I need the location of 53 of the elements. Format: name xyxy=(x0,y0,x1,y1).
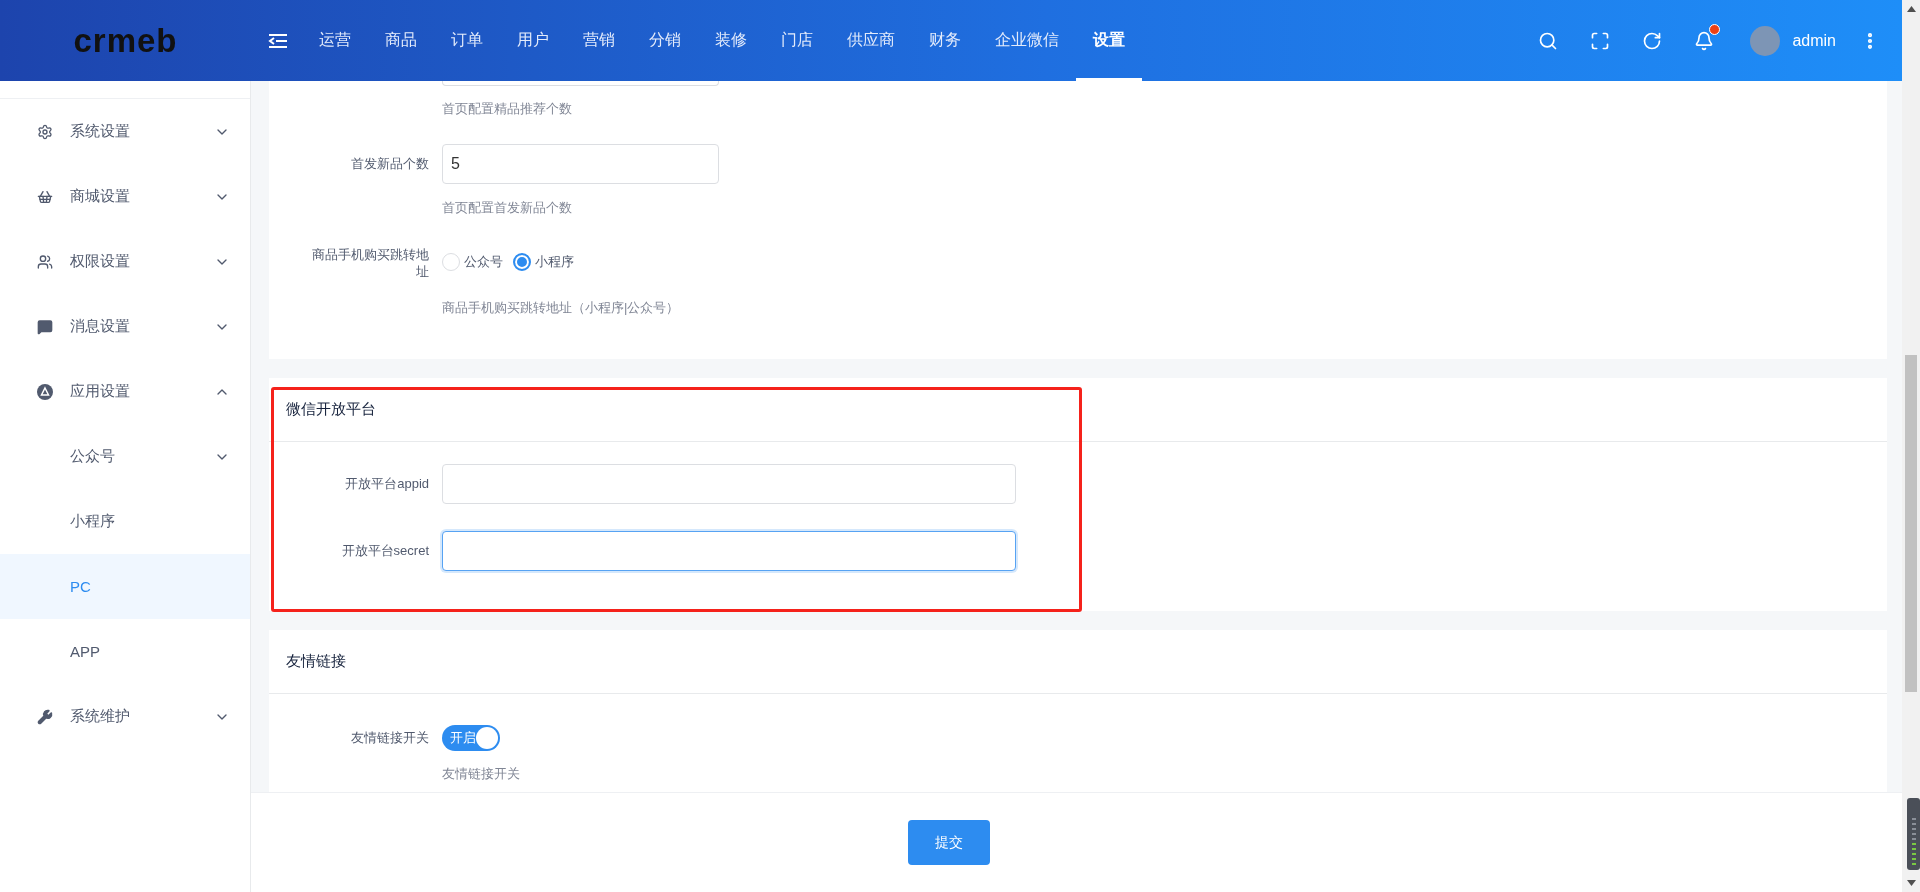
toggle-switch[interactable]: 开启 xyxy=(442,725,500,751)
scroll-down-icon[interactable] xyxy=(1906,880,1916,886)
nav-tab[interactable]: 企业微信 xyxy=(978,0,1076,81)
menu-icon[interactable] xyxy=(268,32,288,49)
card-title: 友情链接 xyxy=(269,630,1887,694)
sidebar-item[interactable]: 系统维护 xyxy=(0,684,250,749)
nav-tab[interactable]: 用户 xyxy=(500,0,566,81)
field-label: 开放平台secret xyxy=(340,542,429,560)
field-hint: 友情链接开关 xyxy=(442,765,521,783)
nav-tab[interactable]: 分销 xyxy=(632,0,698,81)
scroll-up-icon[interactable] xyxy=(1906,6,1916,12)
field-label: 开放平台appid xyxy=(344,475,429,493)
radio-icon[interactable] xyxy=(513,253,531,271)
nav-tab[interactable]: 财务 xyxy=(912,0,978,81)
field-label: 首发新品个数 xyxy=(350,155,429,173)
sidebar-item[interactable]: 权限设置 xyxy=(0,229,250,294)
basket-icon xyxy=(37,188,53,205)
level-meter-drawing xyxy=(1907,798,1920,870)
nav-tab[interactable]: 供应商 xyxy=(830,0,912,81)
nav-tab[interactable]: 订单 xyxy=(434,0,500,81)
scrollbar-thumb[interactable] xyxy=(1905,355,1917,692)
chat-icon xyxy=(37,318,53,335)
sidebar-item[interactable]: PC xyxy=(0,554,250,619)
nav-tab[interactable]: 运营 xyxy=(302,0,368,81)
nav-tab[interactable]: 营销 xyxy=(566,0,632,81)
sidebar-item[interactable]: 应用设置 xyxy=(0,359,250,424)
field-hint: 首页配置首发新品个数 xyxy=(442,199,573,217)
nav-tab[interactable]: 门店 xyxy=(764,0,830,81)
people-icon xyxy=(37,253,53,270)
logo: crmeb xyxy=(73,21,178,60)
sidebar-item[interactable]: 商城设置 xyxy=(0,164,250,229)
field-label: 友情链接开关 xyxy=(350,729,429,747)
nav-tab[interactable]: 商品 xyxy=(368,0,434,81)
sidebar-item[interactable]: APP xyxy=(0,619,250,684)
radio-option[interactable]: 公众号 xyxy=(442,253,503,271)
input-field[interactable]: 5 xyxy=(442,144,719,184)
gear-icon xyxy=(37,123,53,140)
sidebar-item[interactable]: 消息设置 xyxy=(0,294,250,359)
field-hint: 首页配置精品推荐个数 xyxy=(442,100,573,118)
sidebar-item[interactable]: 小程序 xyxy=(0,489,250,554)
sidebar-item[interactable]: 公众号 xyxy=(0,424,250,489)
field-label: 商品手机购买跳转地址 xyxy=(311,246,429,280)
input-field[interactable] xyxy=(442,531,1016,571)
submit-button[interactable]: 提交 xyxy=(908,820,990,865)
card-title: 微信开放平台 xyxy=(269,378,1887,442)
app-icon xyxy=(37,383,53,400)
wrench-icon xyxy=(37,708,53,725)
field-hint: 商品手机购买跳转地址（小程序|公众号） xyxy=(442,299,681,317)
radio-option[interactable]: 小程序 xyxy=(513,253,574,271)
scrollbar[interactable] xyxy=(1902,0,1920,892)
user-name[interactable]: admin xyxy=(1792,31,1836,50)
sidebar-item[interactable]: 系统设置 xyxy=(0,99,250,164)
nav-tab[interactable]: 装修 xyxy=(698,0,764,81)
